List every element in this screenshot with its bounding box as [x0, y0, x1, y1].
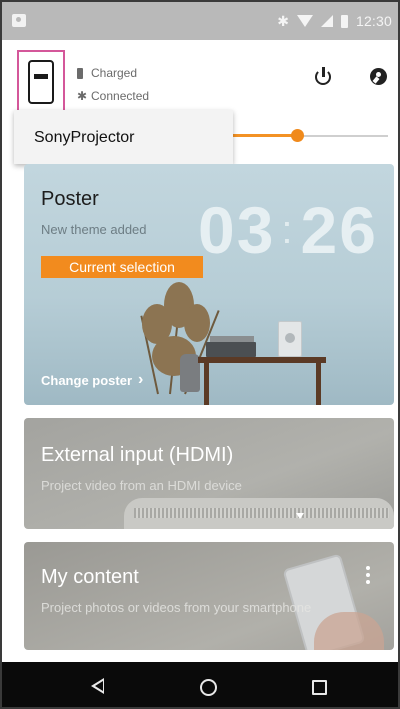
my-content-title: My content — [41, 566, 139, 588]
app-frame: ✱ 12:30 Charged ✱ Connected SonyProjecto… — [0, 0, 400, 709]
side-table-decoration — [198, 357, 326, 363]
brightness-slider-fill — [230, 134, 298, 137]
current-selection-badge: Current selection — [41, 256, 203, 278]
device-dropdown-menu: SonyProjector — [14, 110, 233, 164]
battery-icon — [340, 14, 348, 28]
connected-label: Connected — [91, 89, 150, 103]
charged-label: Charged — [91, 66, 138, 80]
status-bar: ✱ 12:30 — [2, 2, 398, 40]
projector-device-icon — [28, 60, 54, 104]
settings-button[interactable] — [368, 66, 390, 88]
clock-separator: : — [281, 207, 295, 252]
device-selector-button[interactable] — [17, 50, 65, 114]
poster-title: Poster — [41, 188, 99, 210]
status-time: 12:30 — [355, 13, 392, 29]
clock-hours: 03 — [198, 193, 276, 267]
home-icon[interactable] — [200, 679, 217, 696]
more-vert-icon — [366, 566, 370, 570]
vase-decoration — [180, 354, 200, 392]
more-options-button[interactable] — [361, 564, 375, 586]
system-nav-bar — [2, 662, 398, 707]
projector-indicator-icon — [296, 513, 304, 519]
app-notification-icon — [12, 14, 26, 27]
status-icons: ✱ 12:30 — [277, 12, 392, 30]
poster-subtitle: New theme added — [41, 222, 147, 237]
clock-minutes: 26 — [300, 193, 378, 267]
recents-icon[interactable] — [312, 680, 327, 695]
signal-icon — [320, 15, 333, 27]
settings-wrench-icon — [370, 68, 387, 85]
hand-illustration — [314, 612, 384, 650]
wifi-icon — [296, 15, 313, 27]
external-input-subtitle: Project video from an HDMI device — [41, 478, 242, 493]
bluetooth-icon: ✱ — [277, 12, 289, 29]
brightness-slider-thumb[interactable] — [291, 129, 305, 142]
poster-clock: 03 : 26 — [198, 192, 378, 268]
change-poster-link[interactable]: Change poster › — [41, 371, 143, 389]
my-content-card[interactable]: My content Project photos or videos from… — [24, 542, 394, 650]
bluetooth-status-icon: ✱ — [77, 89, 88, 103]
change-poster-label: Change poster — [41, 372, 133, 388]
back-icon[interactable] — [91, 678, 104, 694]
chevron-right-icon: › — [138, 371, 144, 388]
external-input-card[interactable]: External input (HDMI) Project video from… — [24, 418, 394, 529]
speaker-decoration — [278, 321, 302, 357]
power-button[interactable] — [312, 66, 334, 88]
battery-status-icon — [77, 67, 83, 79]
books-decoration — [206, 342, 256, 357]
connection-status: ✱ Connected — [77, 89, 149, 103]
dropdown-item-sonyprojector[interactable]: SonyProjector — [34, 129, 135, 147]
my-content-subtitle: Project photos or videos from your smart… — [41, 600, 312, 615]
external-input-title: External input (HDMI) — [41, 444, 234, 466]
charge-status: Charged — [77, 66, 137, 80]
poster-card[interactable]: Poster New theme added Current selection… — [24, 164, 394, 405]
